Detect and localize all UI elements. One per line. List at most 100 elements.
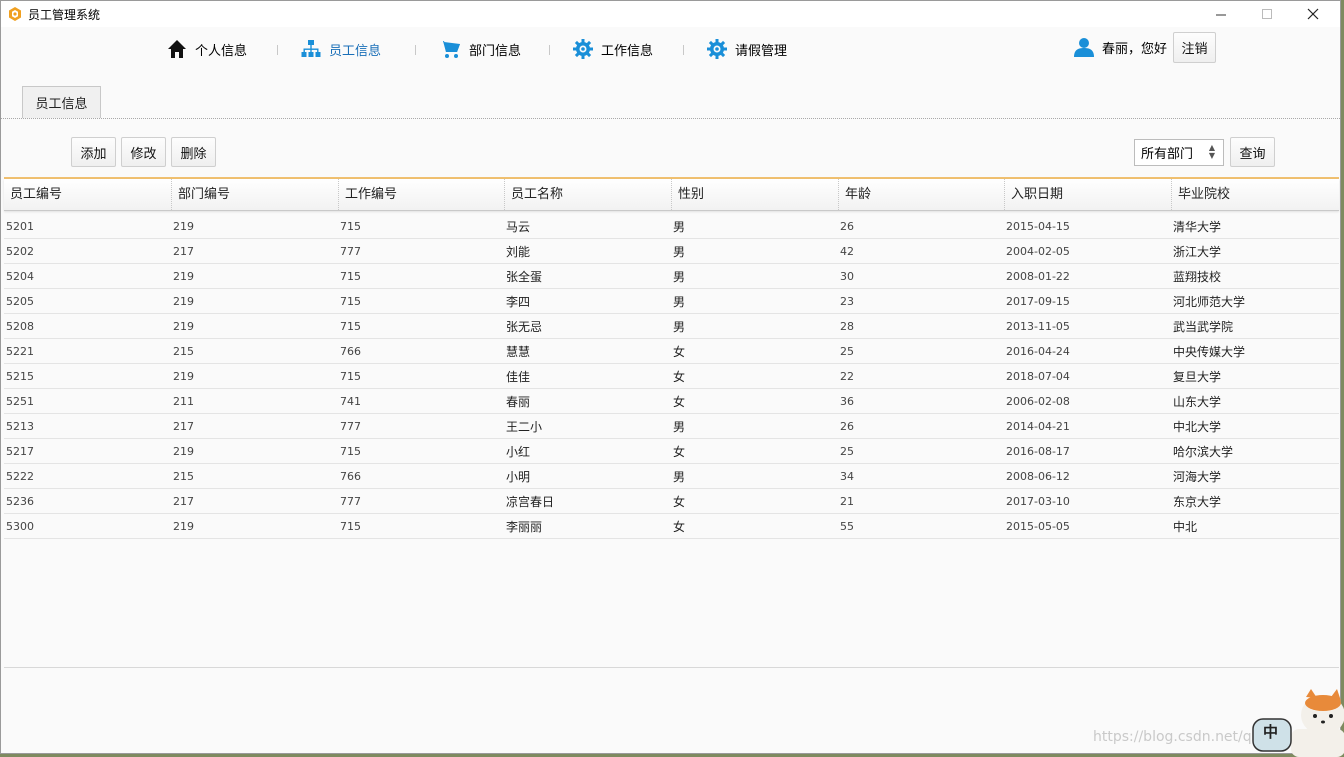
table-cell: 215 (173, 345, 194, 358)
table-cell: 217 (173, 420, 194, 433)
table-cell: 42 (840, 245, 854, 258)
table-cell: 凉宫春日 (506, 495, 555, 509)
table-cell: 男 (673, 470, 686, 484)
query-button[interactable]: 查询 (1230, 137, 1275, 167)
table-cell: 5204 (6, 270, 34, 283)
table-cell: 26 (840, 420, 854, 433)
title-bar: 员工管理系统 (1, 1, 1340, 27)
table-cell: 34 (840, 470, 854, 483)
table-cell: 河海大学 (1173, 470, 1222, 484)
table-cell: 715 (340, 270, 361, 283)
table-row[interactable]: 5222 215 766 小明 男 34 2008-06-12 河海大学 (4, 464, 1339, 489)
org-chart-icon (301, 40, 321, 57)
table-row[interactable]: 5217 219 715 小红 女 25 2016-08-17 哈尔滨大学 (4, 439, 1339, 464)
table-row[interactable]: 5201 219 715 马云 男 26 2015-04-15 清华大学 (4, 214, 1339, 239)
table-cell: 女 (673, 370, 686, 384)
table-row[interactable]: 5236 217 777 凉宫春日 女 21 2017-03-10 东京大学 (4, 489, 1339, 514)
table-row[interactable]: 5221 215 766 慧慧 女 25 2016-04-24 中央传媒大学 (4, 339, 1339, 364)
nav-item-personal-info[interactable]: 个人信息 (167, 36, 247, 62)
column-header[interactable]: 性别 (671, 179, 838, 210)
table-cell: 男 (673, 220, 686, 234)
nav-item-label: 部门信息 (469, 43, 522, 59)
table-row[interactable]: 5208 219 715 张无忌 男 28 2013-11-05 武当武学院 (4, 314, 1339, 339)
table-cell: 715 (340, 520, 361, 533)
table-header: 员工编号 部门编号 工作编号 员工名称 性别 年龄 入职日期 毕业院校 (4, 179, 1339, 211)
table-cell: 219 (173, 520, 194, 533)
table-cell: 张无忌 (506, 320, 543, 334)
user-icon (1074, 38, 1094, 57)
table-cell: 5300 (6, 520, 34, 533)
table-cell: 21 (840, 495, 854, 508)
table-cell: 男 (673, 270, 686, 284)
table-cell: 777 (340, 245, 361, 258)
table-cell: 春丽 (506, 395, 531, 409)
edit-button[interactable]: 修改 (121, 137, 166, 167)
department-select[interactable]: 所有部门 ▲ ▼ (1134, 139, 1224, 166)
table-cell: 26 (840, 220, 854, 233)
table-cell: 215 (173, 470, 194, 483)
nav-item-label: 个人信息 (195, 43, 248, 59)
table-cell: 715 (340, 295, 361, 308)
table-cell: 2008-01-22 (1006, 270, 1070, 283)
column-header[interactable]: 工作编号 (338, 179, 504, 210)
table-cell: 男 (673, 320, 686, 334)
table-cell: 佳佳 (506, 370, 531, 384)
table-cell: 王二小 (506, 420, 543, 434)
table-cell: 清华大学 (1173, 220, 1222, 234)
table-body: 5201 219 715 马云男 26 2015-04-15 清华大学 5202 217 777 刘… (4, 214, 1339, 539)
table-cell: 219 (173, 295, 194, 308)
table-row[interactable]: 5205 219 715 李四 男 23 2017-09-15 河北师范大学 (4, 289, 1339, 314)
table-cell: 哈尔滨大学 (1173, 445, 1234, 459)
table-cell: 777 (340, 420, 361, 433)
table-cell: 女 (673, 445, 686, 459)
department-select-value: 所有部门 (1141, 147, 1194, 162)
tab-employee-info[interactable]: 员工信息 (22, 86, 101, 118)
table-row[interactable]: 5213 217 777 王二小 男 26 2014-04-21 中北大学 (4, 414, 1339, 439)
column-header[interactable]: 毕业院校 (1171, 179, 1339, 210)
table-cell: 中央传媒大学 (1173, 345, 1246, 359)
column-header[interactable]: 员工名称 (504, 179, 671, 210)
table-cell: 715 (340, 220, 361, 233)
logout-button[interactable]: 注销 (1173, 31, 1217, 63)
nav-item-department-info[interactable]: 部门信息 (439, 36, 521, 62)
column-header[interactable]: 入职日期 (1004, 179, 1171, 210)
table-row[interactable]: 5202 217 777 刘能 男 42 2004-02-05 浙江大学 (4, 239, 1339, 264)
nav-item-label: 员工信息 (329, 43, 382, 59)
tab-divider (1, 118, 1340, 119)
table-cell: 河北师范大学 (1173, 295, 1246, 309)
table-row[interactable]: 5204 219 715 张全蛋 男 30 2008-01-22 蓝翔技校 (4, 264, 1339, 289)
table-cell: 5217 (6, 445, 34, 458)
minimize-button[interactable] (1198, 1, 1244, 27)
table-row[interactable]: 5215 219 715 佳佳 女 22 2018-07-04 复旦大学 (4, 364, 1339, 389)
nav-item-employee-info[interactable]: 员工信息 (301, 36, 381, 62)
nav-item-job-info[interactable]: 工作信息 (573, 36, 653, 62)
table-cell: 217 (173, 245, 194, 258)
table-cell: 李四 (506, 295, 531, 309)
table-cell: 5213 (6, 420, 34, 433)
nav-item-leave-management[interactable]: 请假管理 (707, 36, 787, 62)
table-cell: 715 (340, 320, 361, 333)
column-header[interactable]: 年龄 (838, 179, 1004, 210)
table-row[interactable]: 5300 219 715 李丽丽 女 55 2015-05-05 中北 (4, 514, 1339, 539)
table-cell: 2013-11-05 (1006, 320, 1070, 333)
add-button[interactable]: 添加 (71, 137, 116, 167)
table-cell: 219 (173, 445, 194, 458)
nav-divider (277, 45, 278, 55)
table-row[interactable]: 5251 211 741 春丽 女 36 2006-02-08 山东大学 (4, 389, 1339, 414)
maximize-button[interactable] (1244, 1, 1290, 27)
table-cell: 211 (173, 395, 194, 408)
column-header[interactable]: 员工编号 (4, 179, 171, 210)
table-cell: 5251 (6, 395, 34, 408)
column-header[interactable]: 部门编号 (171, 179, 338, 210)
table-cell: 蓝翔技校 (1173, 270, 1222, 284)
ime-indicator: 中 (1263, 723, 1279, 741)
maximize-icon (1261, 8, 1272, 19)
table-cell: 23 (840, 295, 854, 308)
table-cell: 5221 (6, 345, 34, 358)
user-area: 春丽，您好 注销 (1073, 31, 1217, 63)
table-cell: 女 (673, 395, 686, 409)
table-cell: 5202 (6, 245, 34, 258)
delete-button[interactable]: 删除 (171, 137, 216, 167)
table-cell: 2015-04-15 (1006, 220, 1070, 233)
close-button[interactable] (1290, 1, 1336, 27)
